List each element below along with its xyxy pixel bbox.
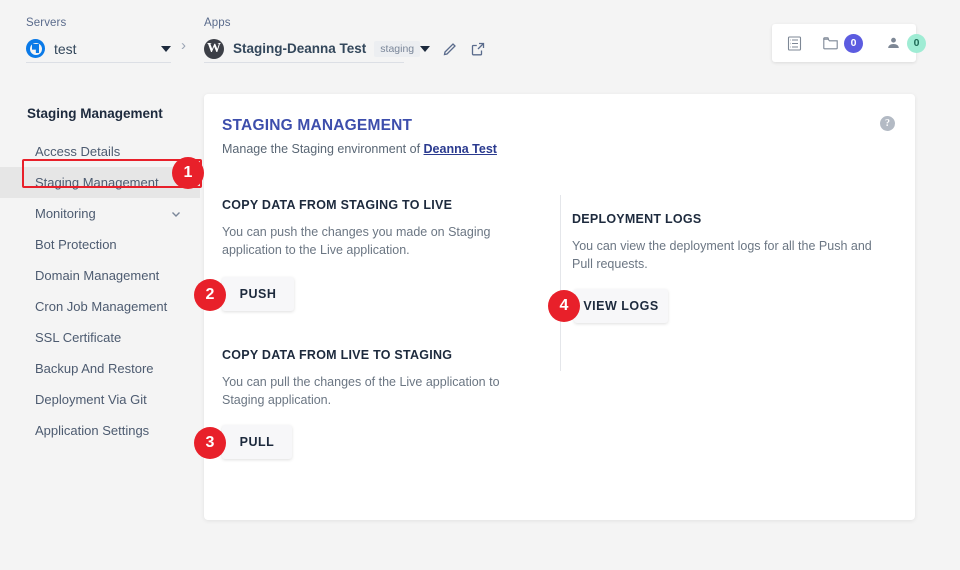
step-badge-3: 3 [194,427,226,459]
pull-button[interactable]: PULL [222,425,292,459]
question-mark-icon[interactable]: ? [880,116,895,131]
section-copy-staging-to-live: COPY DATA FROM STAGING TO LIVE You can p… [222,198,542,259]
chevron-right-icon: › [181,38,186,54]
projects-button[interactable]: 0 [822,24,863,62]
chevron-down-icon[interactable] [170,208,182,220]
folder-icon [822,35,839,52]
team-button[interactable]: 0 [885,24,926,62]
environment-tag: staging [374,41,420,57]
sidebar-item-bot-protection[interactable]: Bot Protection [0,229,200,260]
sidebar-nav-list: Access Details Staging Management Monito… [0,136,200,446]
sidebar-item-label: Domain Management [35,260,159,291]
sidebar-item-backup-and-restore[interactable]: Backup And Restore [0,353,200,384]
sidebar-item-access-details[interactable]: Access Details [0,136,200,167]
column-divider [560,195,561,371]
top-bar: Servers test › Apps W Staging-Deanna Tes… [0,0,960,80]
sidebar-item-ssl-certificate[interactable]: SSL Certificate [0,322,200,353]
server-selector[interactable]: test [26,35,171,63]
caret-down-icon[interactable] [161,46,171,52]
sidebar-item-label: Monitoring [35,198,96,229]
user-icon [885,35,902,52]
section-description: You can pull the changes of the Live app… [222,373,542,409]
step-badge-4: 4 [548,290,580,322]
section-heading: COPY DATA FROM STAGING TO LIVE [222,198,542,212]
sidebar-item-label: Cron Job Management [35,291,167,322]
sidebar-item-label: Access Details [35,136,120,167]
subtitle-text: Manage the Staging environment of [222,142,424,156]
section-description: You can view the deployment logs for all… [572,237,874,273]
digitalocean-logo-icon [26,39,45,58]
push-button[interactable]: PUSH [222,277,294,311]
step-badge-1: 1 [172,157,204,189]
app-selector[interactable]: W Staging-Deanna Test staging [204,35,404,63]
list-view-icon [786,35,803,52]
caret-down-icon[interactable] [420,46,430,52]
top-right-widget: 0 0 [772,24,916,62]
sidebar-item-application-settings[interactable]: Application Settings [0,415,200,446]
sidebar-item-label: Application Settings [35,415,149,446]
section-heading: DEPLOYMENT LOGS [572,212,874,226]
step-badge-2: 2 [194,279,226,311]
sidebar-item-cron-job-management[interactable]: Cron Job Management [0,291,200,322]
sidebar-item-staging-management[interactable]: Staging Management [0,167,200,198]
sidebar: Staging Management Access Details Stagin… [0,95,200,570]
sidebar-title: Staging Management [0,95,200,123]
external-link-icon[interactable] [470,41,486,57]
sidebar-item-label: Staging Management [35,167,159,198]
app-selector-group: Apps W Staging-Deanna Test staging [204,16,404,63]
sidebar-item-label: SSL Certificate [35,322,121,353]
server-name: test [54,41,77,57]
team-count-badge: 0 [907,34,926,53]
section-deployment-logs: DEPLOYMENT LOGS You can view the deploym… [572,212,874,273]
page-title: STAGING MANAGEMENT [222,117,412,135]
server-selector-group: Servers test [26,16,171,63]
sidebar-item-deployment-via-git[interactable]: Deployment Via Git [0,384,200,415]
sidebar-item-monitoring[interactable]: Monitoring [0,198,200,229]
list-view-button[interactable] [786,24,803,62]
wordpress-logo-icon: W [204,39,224,59]
apps-label: Apps [204,16,404,30]
section-heading: COPY DATA FROM LIVE TO STAGING [222,348,542,362]
page-subtitle: Manage the Staging environment of Deanna… [222,142,497,156]
servers-label: Servers [26,16,171,30]
section-description: You can push the changes you made on Sta… [222,223,542,259]
sidebar-item-label: Backup And Restore [35,353,154,384]
projects-count-badge: 0 [844,34,863,53]
sidebar-item-label: Bot Protection [35,229,117,260]
view-logs-button[interactable]: VIEW LOGS [574,289,668,323]
sidebar-item-domain-management[interactable]: Domain Management [0,260,200,291]
sidebar-item-label: Deployment Via Git [35,384,147,415]
pencil-icon[interactable] [442,41,458,57]
app-name: Staging-Deanna Test [233,41,366,56]
app-link[interactable]: Deanna Test [424,142,497,156]
section-copy-live-to-staging: COPY DATA FROM LIVE TO STAGING You can p… [222,348,542,409]
